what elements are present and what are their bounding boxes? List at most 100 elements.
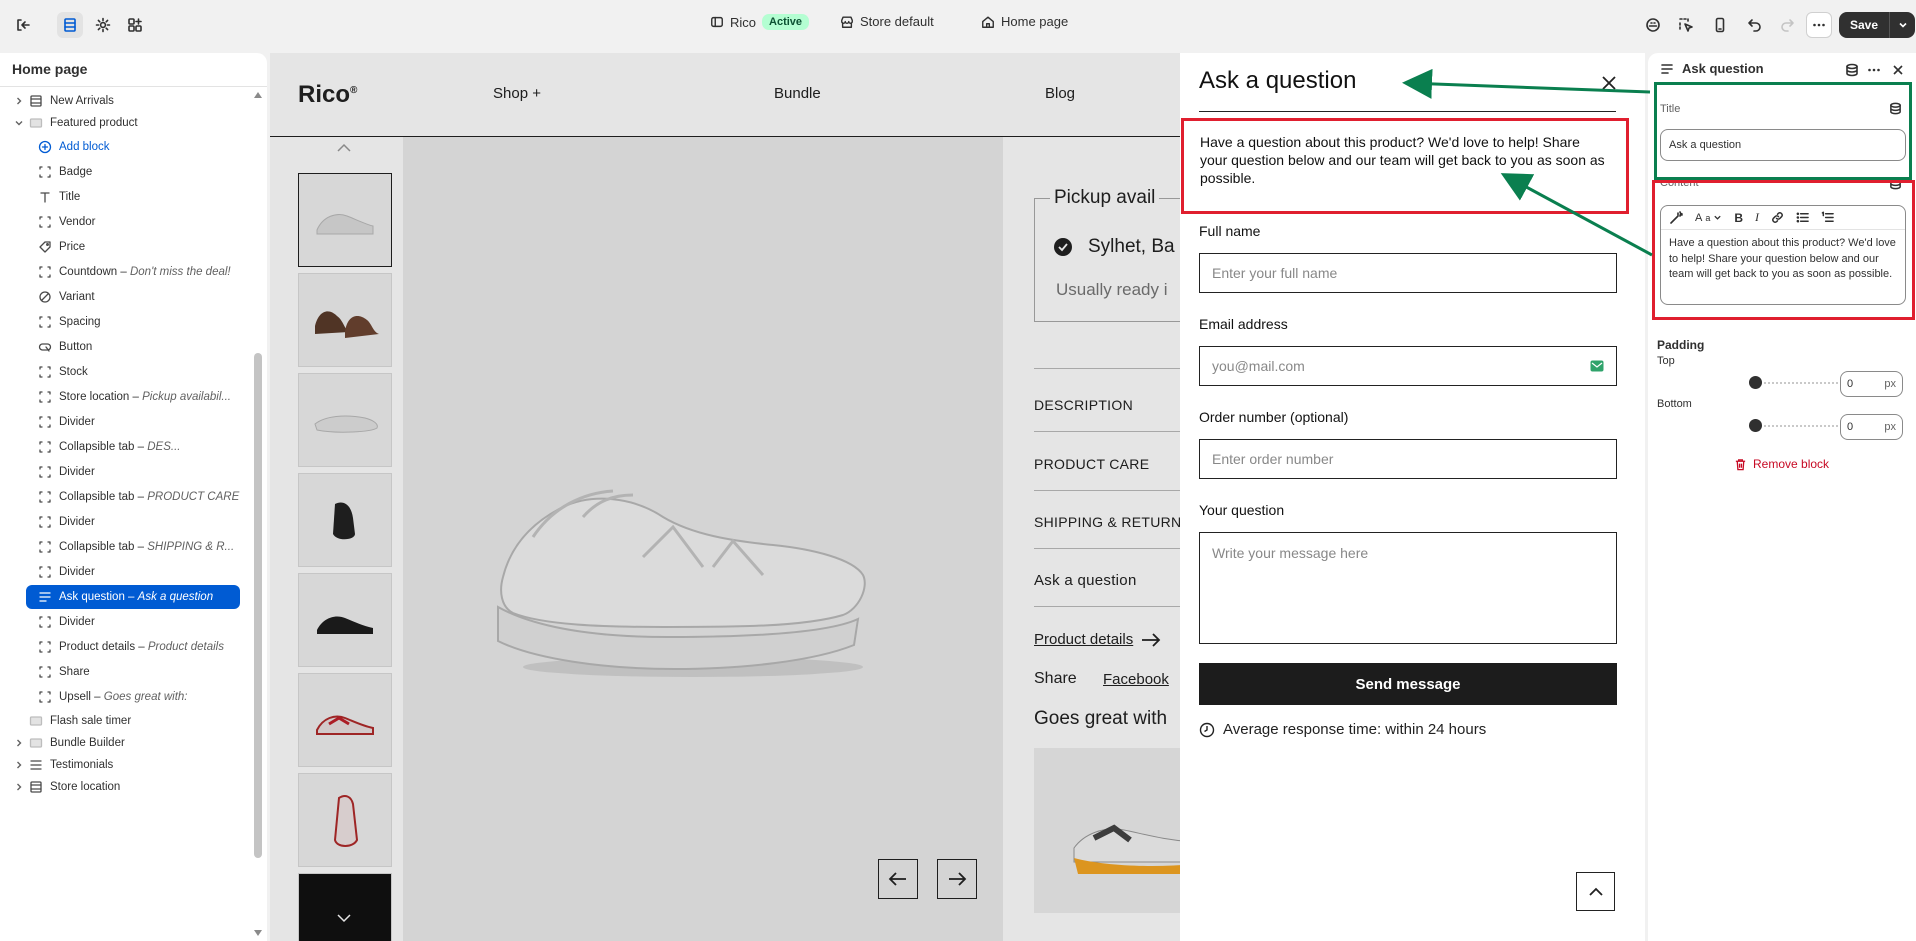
add-block-button[interactable]: Add block	[0, 135, 252, 159]
redo-icon[interactable]	[1774, 12, 1800, 38]
block-item[interactable]: Variant	[0, 285, 252, 309]
block-item[interactable]: Ask question – Ask a question	[26, 585, 240, 609]
ask-question-link[interactable]: Ask a question	[1034, 572, 1137, 589]
section-item[interactable]: Testimonials	[0, 753, 252, 777]
chevron-down-icon[interactable]	[14, 118, 24, 128]
full-name-input[interactable]: Enter your full name	[1199, 253, 1617, 293]
pickup-ready: Usually ready i	[1056, 280, 1168, 299]
apps-icon[interactable]	[122, 12, 148, 38]
variant-icon	[39, 291, 51, 303]
mobile-preview-icon[interactable]	[1707, 12, 1733, 38]
exit-icon[interactable]	[10, 12, 36, 38]
chevron-right-icon[interactable]	[14, 738, 24, 748]
block-item[interactable]: Divider	[0, 510, 252, 534]
block-item[interactable]: Divider	[0, 410, 252, 434]
scrollbar-thumb[interactable]	[254, 353, 262, 858]
dynamic-source-icon[interactable]	[1845, 63, 1859, 77]
block-item[interactable]: Collapsible tab – DES...	[0, 435, 252, 459]
padding-top-slider-knob[interactable]	[1749, 376, 1762, 389]
theme-settings-icon[interactable]	[90, 12, 116, 38]
nav-bundle[interactable]: Bundle	[774, 85, 821, 102]
product-details-link[interactable]: Product details	[1034, 631, 1161, 648]
price-icon	[39, 241, 51, 253]
section-item[interactable]: Bundle Builder	[0, 731, 252, 755]
block-item[interactable]: Price	[0, 235, 252, 259]
thumbs-up-chevron-icon[interactable]	[336, 143, 352, 153]
save-options-chevron-icon[interactable]	[1889, 12, 1916, 38]
share-label: Share	[1034, 670, 1077, 687]
block-item[interactable]: Divider	[0, 560, 252, 584]
store-selector[interactable]: Store default	[840, 14, 934, 29]
accordion-description[interactable]: DESCRIPTION	[1034, 397, 1133, 413]
close-icon[interactable]	[1599, 73, 1619, 93]
block-item[interactable]: Spacing	[0, 310, 252, 334]
block-item[interactable]: Divider	[0, 460, 252, 484]
nav-shop[interactable]: Shop +	[493, 85, 541, 102]
padding-top-track[interactable]	[1760, 382, 1840, 384]
scroll-down-icon[interactable]	[253, 928, 263, 938]
padding-bottom-track[interactable]	[1760, 425, 1840, 427]
chevron-right-icon[interactable]	[14, 96, 24, 106]
accordion-shipping[interactable]: SHIPPING & RETURN	[1034, 514, 1181, 530]
block-item[interactable]: Button	[0, 335, 252, 359]
block-item[interactable]: Product details – Product details	[0, 635, 252, 659]
page-selector[interactable]: Home page	[981, 14, 1068, 29]
panel-close-icon[interactable]	[1891, 63, 1905, 77]
chevron-right-icon[interactable]	[14, 782, 24, 792]
block-item[interactable]: Collapsible tab – PRODUCT CARE	[0, 485, 252, 509]
chevron-right-icon[interactable]	[14, 760, 24, 770]
section-item[interactable]: New Arrivals	[0, 89, 252, 113]
sections-view-icon[interactable]	[57, 12, 83, 38]
email-input[interactable]: you@mail.com	[1199, 346, 1617, 386]
block-item[interactable]: Badge	[0, 160, 252, 184]
block-item[interactable]: Collapsible tab – SHIPPING & R...	[0, 535, 252, 559]
thumbs-down-chevron-icon[interactable]	[336, 913, 352, 923]
thumbnail-black-sneaker[interactable]	[298, 573, 392, 667]
panel-title: Ask question	[1682, 61, 1764, 76]
thumbnail-brown-boots[interactable]	[298, 273, 392, 367]
block-item[interactable]: Upsell – Goes great with:	[0, 685, 252, 709]
thumbnail-white-slipon[interactable]	[298, 373, 392, 467]
section-item[interactable]: Store location	[0, 775, 252, 799]
accordion-divider	[1034, 490, 1184, 491]
upsell-product-image[interactable]	[1034, 748, 1194, 913]
thumbnail-video[interactable]	[298, 873, 392, 941]
panel-more-icon[interactable]	[1867, 63, 1881, 77]
thumbnail-red-sneaker[interactable]	[298, 673, 392, 767]
save-button[interactable]: Save	[1839, 12, 1890, 38]
store-logo[interactable]: Rico®	[298, 81, 357, 109]
theme-selector[interactable]: Rico Active	[710, 14, 810, 30]
block-item[interactable]: Title	[0, 185, 252, 209]
block-item[interactable]: Vendor	[0, 210, 252, 234]
thumbnail-white-sneaker[interactable]	[298, 173, 392, 267]
remove-block-button[interactable]: Remove block	[1734, 457, 1829, 471]
section-item[interactable]: Flash sale timer	[0, 709, 252, 733]
thumbnail-black-shoe[interactable]	[298, 473, 392, 567]
scroll-up-icon[interactable]	[253, 90, 263, 100]
question-textarea[interactable]: Write your message here	[1199, 532, 1617, 644]
padding-bottom-input[interactable]: 0 px	[1840, 414, 1903, 440]
block-item[interactable]: Divider	[0, 610, 252, 634]
email-autofill-icon[interactable]	[1590, 360, 1604, 372]
inspector-icon[interactable]	[1640, 12, 1666, 38]
send-message-button[interactable]: Send message	[1199, 663, 1617, 705]
block-icon	[39, 666, 51, 678]
block-item[interactable]: Share	[0, 660, 252, 684]
block-item[interactable]: Store location – Pickup availabil...	[0, 385, 252, 409]
block-item[interactable]: Stock	[0, 360, 252, 384]
accordion-product-care[interactable]: PRODUCT CARE	[1034, 456, 1149, 472]
product-main-image[interactable]	[403, 137, 1003, 941]
share-facebook-link[interactable]: Facebook	[1103, 671, 1169, 688]
next-image-button[interactable]	[937, 859, 977, 899]
thumbnail-red-sneaker-front[interactable]	[298, 773, 392, 867]
prev-image-button[interactable]	[878, 859, 918, 899]
undo-icon[interactable]	[1742, 12, 1768, 38]
nav-blog[interactable]: Blog	[1045, 85, 1075, 102]
select-element-icon[interactable]	[1673, 12, 1699, 38]
section-item[interactable]: Featured product	[0, 111, 252, 135]
block-item[interactable]: Countdown – Don't miss the deal!	[0, 260, 252, 284]
padding-bottom-slider-knob[interactable]	[1749, 419, 1762, 432]
order-number-input[interactable]: Enter order number	[1199, 439, 1617, 479]
more-actions-icon[interactable]	[1806, 12, 1832, 38]
back-to-top-button[interactable]	[1576, 872, 1615, 911]
